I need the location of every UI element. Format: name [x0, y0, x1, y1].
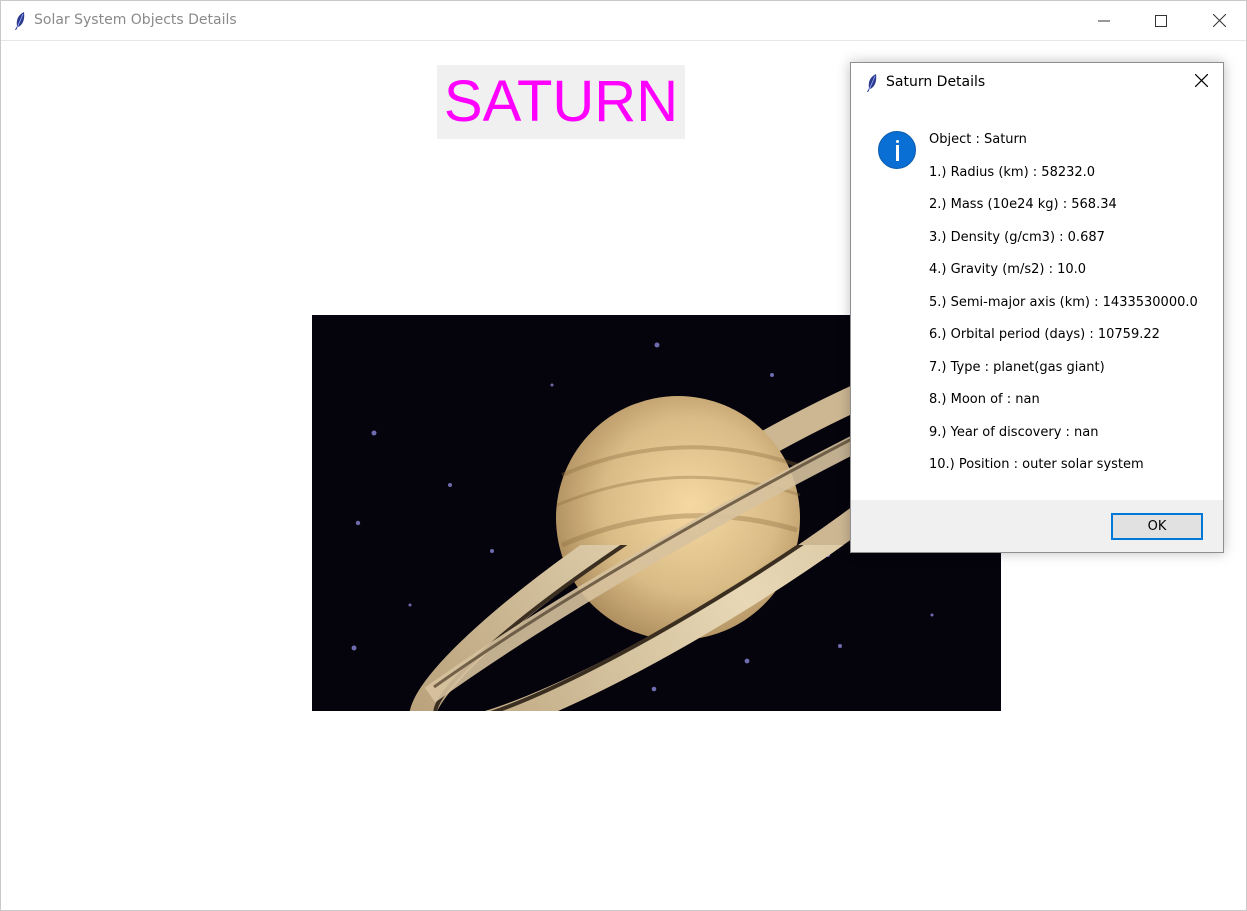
- detail-year-of-discovery: 9.) Year of discovery : nan: [929, 424, 1099, 440]
- detail-orbital-period: 6.) Orbital period (days) : 10759.22: [929, 327, 1160, 342]
- close-button[interactable]: [1190, 1, 1247, 40]
- detail-type: 7.) Type : planet(gas giant): [929, 359, 1105, 375]
- planet-heading: SATURN: [437, 65, 685, 139]
- ok-button[interactable]: OK: [1111, 513, 1203, 540]
- detail-gravity: 4.) Gravity (m/s2) : 10.0: [929, 262, 1087, 277]
- info-icon: [878, 131, 916, 169]
- feather-icon: [13, 11, 27, 31]
- detail-moon-of: 8.) Moon of : nan: [929, 392, 1040, 407]
- main-window: Solar System Objects Details SATURN Satu…: [0, 0, 1247, 911]
- window-title: Solar System Objects Details: [34, 12, 237, 28]
- maximize-button[interactable]: [1132, 1, 1190, 40]
- minimize-button[interactable]: [1075, 1, 1133, 40]
- close-icon: [1194, 73, 1208, 92]
- feather-icon: [865, 73, 879, 93]
- detail-object: Object : Saturn: [929, 132, 1027, 147]
- detail-semi-major-axis: 5.) Semi-major axis (km) : 1433530000.0: [929, 294, 1198, 310]
- detail-radius: 1.) Radius (km) : 58232.0: [929, 164, 1096, 180]
- detail-position: 10.) Position : outer solar system: [929, 457, 1144, 472]
- detail-mass: 2.) Mass (10e24 kg) : 568.34: [929, 197, 1117, 212]
- maximize-icon: [1155, 14, 1167, 27]
- title-bar[interactable]: Solar System Objects Details: [1, 1, 1246, 41]
- detail-density: 3.) Density (g/cm3) : 0.687: [929, 229, 1105, 245]
- close-icon: [1212, 14, 1226, 27]
- minimize-icon: [1098, 15, 1110, 27]
- dialog-close-button[interactable]: [1187, 69, 1215, 97]
- details-list: Object : Saturn 1.) Radius (km) : 58232.…: [929, 129, 1219, 487]
- dialog-title: Saturn Details: [886, 74, 986, 90]
- dialog-footer: OK: [851, 500, 1223, 552]
- details-dialog: Saturn Details Object : Saturn 1.) Radiu…: [850, 62, 1224, 553]
